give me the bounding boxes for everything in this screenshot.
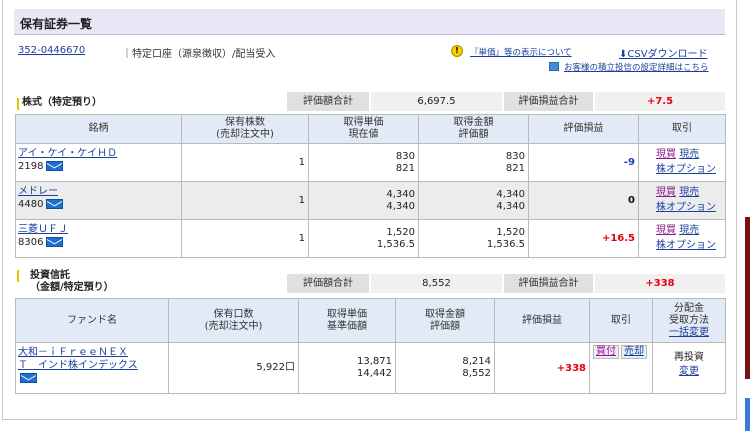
account-type: ｜特定口座（源泉徴収）/配当受入 xyxy=(122,49,276,60)
fund-buy-button[interactable]: 買付 xyxy=(593,345,619,359)
stocks-table: 銘柄 保有株数 (売却注文中) 取得単価 現在値 取得金額 評価額 評価損益 取引 ア… xyxy=(15,114,726,258)
value-amount: 4,340 xyxy=(496,200,525,212)
stock-qty: 1 xyxy=(181,181,309,220)
col-trade: 取引 xyxy=(589,298,653,343)
mail-icon[interactable] xyxy=(46,199,64,209)
fund-name-link[interactable]: 大和－ｉＦｒｅｅＮＥＸ Ｔ インド株インデックス xyxy=(18,347,138,371)
col-qty: 保有株数 (売却注文中) xyxy=(181,114,309,144)
info-icon: ! xyxy=(451,45,463,57)
stocks-pl-total-label: 評価損益合計 xyxy=(504,92,593,111)
table-row: 大和－ｉＦｒｅｅＮＥＸ Ｔ インド株インデックス 5,922口 13,871 14,… xyxy=(15,342,726,394)
value-amount: 821 xyxy=(505,162,525,174)
cost-price: 830 xyxy=(395,150,415,162)
value-amount: 1,536.5 xyxy=(486,238,525,250)
stock-pl: +16.5 xyxy=(528,219,639,258)
col-pl: 評価損益 xyxy=(528,114,639,144)
buy-link[interactable]: 現買 xyxy=(656,149,676,160)
stocks-value-total-label: 評価額合計 xyxy=(287,92,369,111)
stock-name-link[interactable]: アイ・ケイ・ケイＨＤ xyxy=(18,148,117,159)
stock-qty: 1 xyxy=(181,219,309,258)
section-marker xyxy=(17,98,19,110)
current-price: 4,340 xyxy=(386,200,415,212)
stock-code: 2198 xyxy=(18,161,44,172)
fund-pl: +338 xyxy=(494,342,590,394)
cost-amount: 4,340 xyxy=(496,188,525,200)
bulk-change-link[interactable]: 一括変更 xyxy=(669,327,709,338)
plan-icon xyxy=(549,62,559,71)
sell-link[interactable]: 現売 xyxy=(679,225,699,236)
table-row: アイ・ケイ・ケイＨＤ 2198 1 830 821 830 821 -9 現買 現売… xyxy=(15,143,726,182)
option-link[interactable]: 株オプション xyxy=(656,240,716,251)
sell-link[interactable]: 現売 xyxy=(679,149,699,160)
cost-amount: 8,214 xyxy=(462,356,491,367)
stocks-pl-total: +7.5 xyxy=(595,92,725,111)
adjacent-panel-edge xyxy=(745,398,750,431)
mail-icon[interactable] xyxy=(20,373,37,383)
mail-icon[interactable] xyxy=(46,161,64,171)
col-amount: 取得金額 評価額 xyxy=(395,298,495,343)
col-price: 取得単価 基準価額 xyxy=(298,298,396,343)
col-price: 取得単価 現在値 xyxy=(308,114,419,144)
distribution-method: 再投資 xyxy=(674,352,704,363)
adjacent-panel-edge xyxy=(745,217,750,379)
funds-value-total-label: 評価額合計 xyxy=(287,274,369,293)
stock-code: 8306 xyxy=(18,237,44,248)
current-price: 821 xyxy=(395,162,415,174)
section-marker xyxy=(17,270,19,282)
unit-price-info-link[interactable]: 『単価』等の表示について xyxy=(470,46,572,58)
fund-units: 5,922口 xyxy=(168,342,299,394)
table-row: 三菱ＵＦＪ 8306 1 1,520 1,536.5 1,520 1,536.5 +… xyxy=(15,219,726,258)
cost-amount: 1,520 xyxy=(496,226,525,238)
option-link[interactable]: 株オプション xyxy=(656,164,716,175)
fund-sell-button[interactable]: 売却 xyxy=(621,345,647,359)
csv-download-link[interactable]: ⬇CSVダウンロード xyxy=(619,45,708,60)
stocks-value-total: 6,697.5 xyxy=(371,92,502,111)
sell-link[interactable]: 現売 xyxy=(679,187,699,198)
funds-pl-total-label: 評価損益合計 xyxy=(504,274,593,293)
account-number-link[interactable]: 352-0446670 xyxy=(18,45,85,56)
col-distribution: 分配金 受取方法 一括変更 xyxy=(652,298,726,343)
col-name: 銘柄 xyxy=(15,114,182,144)
funds-section-title: 投資信託 （金額/特定預り） xyxy=(30,270,114,293)
page-title: 保有証券一覧 xyxy=(20,17,93,31)
table-row: メドレー 4480 1 4,340 4,340 4,340 4,340 0 現買 現… xyxy=(15,181,726,220)
buy-link[interactable]: 現買 xyxy=(656,187,676,198)
stock-name-link[interactable]: 三菱ＵＦＪ xyxy=(18,224,68,235)
option-link[interactable]: 株オプション xyxy=(656,202,716,213)
mail-icon[interactable] xyxy=(46,237,64,247)
stocks-section-title: 株式（特定預り） xyxy=(22,97,102,108)
stock-qty: 1 xyxy=(181,143,309,182)
funds-pl-total: +338 xyxy=(595,274,725,293)
cost-amount: 830 xyxy=(505,150,525,162)
stock-name-link[interactable]: メドレー xyxy=(18,186,58,197)
col-pl: 評価損益 xyxy=(494,298,590,343)
stock-code: 4480 xyxy=(18,199,44,210)
current-price: 1,536.5 xyxy=(376,238,415,250)
cost-price: 1,520 xyxy=(386,226,415,238)
funds-table: ファンド名 保有口数 (売却注文中) 取得単価 基準価額 取得金額 評価額 評価損益 … xyxy=(15,298,726,394)
stock-pl: -9 xyxy=(528,143,639,182)
buy-link[interactable]: 現買 xyxy=(656,225,676,236)
base-price: 14,442 xyxy=(357,368,392,379)
funds-value-total: 8,552 xyxy=(371,274,502,293)
plan-detail-link[interactable]: お客様の積立投信の設定詳細はこちら xyxy=(564,61,709,73)
col-trade: 取引 xyxy=(638,114,726,144)
col-amount: 取得金額 評価額 xyxy=(418,114,529,144)
distribution-change-link[interactable]: 変更 xyxy=(679,366,699,377)
cost-price: 13,871 xyxy=(357,356,392,367)
col-fund-name: ファンド名 xyxy=(15,298,169,343)
stock-pl: 0 xyxy=(528,181,639,220)
value-amount: 8,552 xyxy=(462,368,491,379)
col-units: 保有口数 (売却注文中) xyxy=(168,298,299,343)
cost-price: 4,340 xyxy=(386,188,415,200)
title-bar: 保有証券一覧 xyxy=(14,9,725,35)
